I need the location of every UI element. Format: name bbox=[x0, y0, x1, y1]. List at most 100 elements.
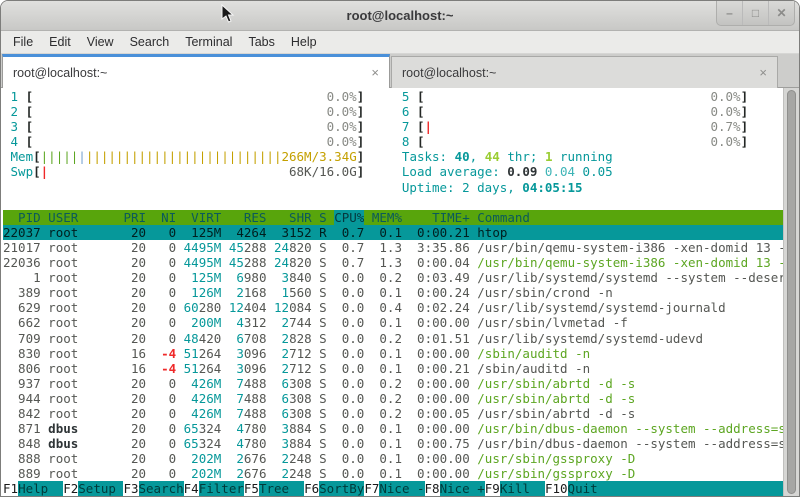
mem-value: 3 bbox=[229, 361, 244, 376]
mem-value: 676 bbox=[244, 451, 267, 466]
process-row[interactable]: 709 root 20 0 48420 6708 2828 S 0.0 0.2 … bbox=[3, 331, 785, 346]
process-row[interactable]: 842 root 20 0 426M 7488 6308 S 0.0 0.2 0… bbox=[3, 406, 785, 421]
mem-label: Mem bbox=[3, 149, 33, 164]
process-row[interactable]: 21017 root 20 0 4495M 45288 24820 S 0.7 … bbox=[3, 240, 785, 255]
menu-item-file[interactable]: File bbox=[5, 32, 41, 52]
fkey-f6[interactable]: F6 bbox=[304, 481, 319, 496]
process-row[interactable]: 806 root 16 -4 51264 3096 2712 S 0.0 0.1… bbox=[3, 361, 785, 376]
mem-value: 12 bbox=[229, 300, 244, 315]
text bbox=[402, 240, 410, 255]
text bbox=[221, 466, 229, 481]
tab-active[interactable]: root@localhost:~ × bbox=[2, 54, 390, 88]
text bbox=[146, 376, 154, 391]
pri-cell: 20 bbox=[123, 451, 146, 466]
text bbox=[221, 436, 229, 451]
fkey-button-filter[interactable]: Filter bbox=[199, 481, 244, 496]
fkey-f8[interactable]: F8 bbox=[425, 481, 440, 496]
fkey-button-setup[interactable]: Setup bbox=[78, 481, 123, 496]
close-button[interactable]: ✕ bbox=[768, 1, 794, 25]
tab-close-icon[interactable]: × bbox=[759, 66, 767, 79]
fkey-button-tree[interactable]: Tree bbox=[259, 481, 304, 496]
mem-value: 7 bbox=[229, 406, 244, 421]
process-row[interactable]: 389 root 20 0 126M 2168 1560 S 0.0 0.1 0… bbox=[3, 285, 785, 300]
fkey-f4[interactable]: F4 bbox=[184, 481, 199, 496]
process-row[interactable]: 1 root 20 0 125M 6980 3840 S 0.0 0.2 0:0… bbox=[3, 270, 785, 285]
fkey-button-search[interactable]: Search bbox=[139, 481, 184, 496]
tab-close-icon[interactable]: × bbox=[371, 66, 379, 79]
text bbox=[33, 134, 327, 149]
text bbox=[402, 315, 410, 330]
pid-cell: 937 bbox=[3, 376, 41, 391]
tab-title: root@localhost:~ bbox=[402, 66, 496, 80]
fkey-button-quit[interactable]: Quit bbox=[568, 481, 613, 496]
maximize-button[interactable]: □ bbox=[742, 1, 768, 25]
fkey-f3[interactable]: F3 bbox=[123, 481, 138, 496]
mem-value: 096 bbox=[244, 346, 267, 361]
process-row[interactable]: 629 root 20 0 60280 12404 12084 S 0.0 0.… bbox=[3, 300, 785, 315]
pri-cell: 20 bbox=[123, 406, 146, 421]
fkey-button-nice+[interactable]: Nice + bbox=[440, 481, 485, 496]
scrollbar-thumb[interactable] bbox=[787, 90, 796, 494]
mem-value: 2 bbox=[274, 331, 289, 346]
menu-item-terminal[interactable]: Terminal bbox=[177, 32, 240, 52]
fkey-button-help[interactable]: Help bbox=[18, 481, 63, 496]
state-cell: S bbox=[319, 466, 327, 481]
cpu-cell: 0.0 bbox=[334, 466, 364, 481]
process-row[interactable]: 22037 root 20 0 125M 4264 3152 R 0.7 0.1… bbox=[3, 225, 785, 240]
mem-cell: 0.2 bbox=[372, 331, 402, 346]
text: [ bbox=[33, 149, 41, 164]
text bbox=[221, 391, 229, 406]
text bbox=[176, 391, 184, 406]
fkey-f2[interactable]: F2 bbox=[63, 481, 78, 496]
fkey-f1[interactable]: F1 bbox=[3, 481, 18, 496]
process-row[interactable]: 888 root 20 0 202M 2676 2248 S 0.0 0.1 0… bbox=[3, 451, 785, 466]
cpu-label: 6 bbox=[394, 104, 417, 119]
fkey-f10[interactable]: F10 bbox=[545, 481, 568, 496]
menu-item-tabs[interactable]: Tabs bbox=[240, 32, 282, 52]
user-cell: root bbox=[48, 285, 116, 300]
process-row[interactable]: 830 root 16 -4 51264 3096 2712 S 0.0 0.1… bbox=[3, 346, 785, 361]
scrollbar[interactable] bbox=[783, 88, 799, 496]
fkey-f7[interactable]: F7 bbox=[364, 481, 379, 496]
tab-inactive[interactable]: root@localhost:~ × bbox=[391, 56, 778, 88]
mem-value: 308 bbox=[289, 406, 312, 421]
menu-item-view[interactable]: View bbox=[79, 32, 122, 52]
ni-cell: -4 bbox=[154, 346, 177, 361]
process-row[interactable]: 871 dbus 20 0 65324 4780 3884 S 0.0 0.1 … bbox=[3, 421, 785, 436]
process-row[interactable]: 889 root 20 0 202M 2676 2248 S 0.0 0.1 0… bbox=[3, 466, 785, 481]
pid-cell: 22037 bbox=[3, 225, 41, 240]
cpu-label: 4 bbox=[3, 134, 26, 149]
command-cell: /usr/sbin/gssproxy -D bbox=[477, 451, 635, 466]
fkey-f9[interactable]: F9 bbox=[485, 481, 500, 496]
text: [ bbox=[26, 134, 34, 149]
minimize-button[interactable]: – bbox=[717, 1, 742, 25]
terminal-screen[interactable]: 1 [ 0.0%] 5 [ 0.0%] 2 [ 0.0%] 6 [ 0.0%] … bbox=[3, 89, 785, 496]
fkey-button-sortby[interactable]: SortBy bbox=[319, 481, 364, 496]
mem-value: 560 bbox=[289, 285, 312, 300]
process-row[interactable]: 944 root 20 0 426M 7488 6308 S 0.0 0.2 0… bbox=[3, 391, 785, 406]
command-cell: /usr/sbin/abrtd -d -s bbox=[477, 376, 635, 391]
process-row[interactable]: 848 dbus 20 0 65324 4780 3884 S 0.0 0.1 … bbox=[3, 436, 785, 451]
fkey-button-kill[interactable]: Kill bbox=[500, 481, 545, 496]
mem-value: 426M bbox=[184, 391, 222, 406]
fkey-button-nice-[interactable]: Nice - bbox=[379, 481, 424, 496]
time-cell: 0:00.24 bbox=[410, 285, 470, 300]
menu-item-edit[interactable]: Edit bbox=[41, 32, 79, 52]
menu-item-search[interactable]: Search bbox=[122, 32, 178, 52]
uptime-label: Uptime: bbox=[402, 180, 462, 195]
table-header[interactable]: PID USER PRI NI VIRT RES SHR S CPU% MEM%… bbox=[3, 210, 785, 225]
mem-value: 4495M bbox=[184, 255, 222, 270]
fkey-f5[interactable]: F5 bbox=[244, 481, 259, 496]
mem-value: 48 bbox=[184, 331, 199, 346]
menu-item-help[interactable]: Help bbox=[283, 32, 325, 52]
user-cell: root bbox=[48, 270, 116, 285]
pri-cell: 20 bbox=[123, 376, 146, 391]
mem-value: 264 bbox=[244, 225, 267, 240]
title-bar[interactable]: root@localhost:~ – □ ✕ bbox=[1, 1, 799, 31]
mem-value: 084 bbox=[289, 300, 312, 315]
process-row[interactable]: 937 root 20 0 426M 7488 6308 S 0.0 0.2 0… bbox=[3, 376, 785, 391]
column-header-virt: VIRT bbox=[184, 210, 222, 225]
process-row[interactable]: 662 root 20 0 200M 4312 2744 S 0.0 0.1 0… bbox=[3, 315, 785, 330]
process-row[interactable]: 22036 root 20 0 4495M 45288 24820 S 0.7 … bbox=[3, 255, 785, 270]
mem-value: 60 bbox=[184, 300, 199, 315]
